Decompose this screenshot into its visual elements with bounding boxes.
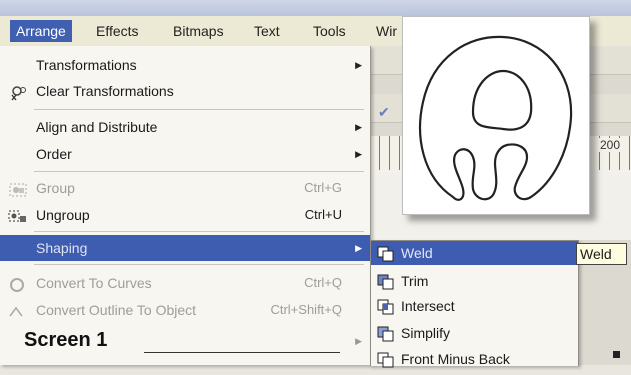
menu-item-convert-to-curves[interactable]: Convert To Curves Ctrl+Q — [0, 270, 370, 296]
menu-tools[interactable]: Tools — [307, 20, 352, 42]
menu-item-label: Group — [36, 180, 75, 196]
welded-shape-outline — [419, 35, 573, 201]
menu-item-align-distribute[interactable]: Align and Distribute ▶ — [0, 114, 370, 140]
submenu-item-weld[interactable]: Weld — [371, 241, 578, 265]
submenu-item-label: Front Minus Back — [401, 351, 510, 367]
check-icon[interactable]: ✔ — [378, 104, 394, 120]
title-bar — [0, 0, 631, 16]
submenu-arrow-icon: ▶ — [355, 336, 362, 346]
submenu-item-label: Simplify — [401, 325, 451, 341]
menu-item-convert-outline[interactable]: Convert Outline To Object Ctrl+Shift+Q — [0, 297, 370, 323]
menu-separator — [34, 109, 364, 110]
ruler-label: 200 — [598, 138, 623, 152]
weld-icon — [377, 245, 395, 262]
submenu-item-simplify[interactable]: Simplify — [371, 321, 578, 345]
menu-item-shortcut: Ctrl+Q — [304, 275, 342, 290]
convert-outline-icon — [8, 302, 28, 318]
menu-separator — [34, 264, 364, 265]
menu-item-shortcut: Ctrl+G — [304, 180, 342, 195]
caption-rule — [144, 352, 340, 353]
menu-item-ungroup[interactable]: Ungroup Ctrl+U — [0, 202, 370, 228]
submenu-item-label: Weld — [401, 245, 433, 261]
weld-preview-inset — [402, 16, 590, 215]
submenu-item-intersect[interactable]: Intersect — [371, 294, 578, 318]
menu-item-clear-transformations[interactable]: Clear Transformations — [0, 78, 370, 104]
shaping-submenu: Weld Trim Intersect Simplify Front Minus… — [370, 240, 579, 368]
menu-item-shortcut: Ctrl+Shift+Q — [270, 302, 342, 317]
menu-item-shaping[interactable]: Shaping ▶ — [0, 235, 370, 261]
menu-item-transformations[interactable]: Transformations ▶ — [0, 52, 370, 78]
menu-item-order[interactable]: Order ▶ — [0, 141, 370, 167]
submenu-item-label: Intersect — [401, 298, 455, 314]
menu-item-label: Clear Transformations — [36, 83, 174, 99]
submenu-arrow-icon: ▶ — [355, 243, 362, 253]
simplify-icon — [377, 325, 395, 342]
menu-item-label: Ungroup — [36, 207, 90, 223]
menu-item-label: Convert Outline To Object — [36, 302, 197, 318]
intersect-icon — [377, 298, 395, 315]
submenu-arrow-icon: ▶ — [355, 149, 362, 159]
menu-item-label: Align and Distribute — [36, 119, 158, 135]
convert-curves-icon — [8, 275, 28, 292]
ungroup-icon — [8, 207, 28, 223]
group-icon — [8, 180, 28, 197]
menu-separator — [34, 171, 364, 172]
submenu-arrow-icon: ▶ — [355, 60, 362, 70]
submenu-item-front-minus-back[interactable]: Front Minus Back — [371, 347, 578, 371]
arrange-menu: Transformations ▶ Clear Transformations … — [0, 46, 371, 365]
menu-window[interactable]: Wir — [370, 20, 403, 42]
menu-item-label: Shaping — [36, 240, 88, 256]
menu-item-label: Transformations — [36, 57, 137, 73]
menu-item-shortcut: Ctrl+U — [304, 207, 342, 222]
submenu-item-label: Trim — [401, 273, 429, 289]
menu-item-group[interactable]: Group Ctrl+G — [0, 175, 370, 201]
menu-separator — [34, 231, 364, 232]
menu-effects[interactable]: Effects — [90, 20, 145, 42]
menu-text[interactable]: Text — [248, 20, 286, 42]
submenu-arrow-icon: ▶ — [355, 122, 362, 132]
weld-tooltip: Weld — [576, 243, 627, 265]
clear-transformations-icon — [8, 83, 28, 101]
corner-marker — [613, 351, 620, 358]
menu-arrange[interactable]: Arrange — [10, 20, 72, 42]
trim-icon — [377, 273, 395, 290]
menu-item-label: Convert To Curves — [36, 275, 152, 291]
menu-item-label: Order — [36, 146, 72, 162]
submenu-item-trim[interactable]: Trim — [371, 269, 578, 293]
menu-bitmaps[interactable]: Bitmaps — [167, 20, 230, 42]
screen-caption: Screen 1 — [24, 329, 108, 351]
